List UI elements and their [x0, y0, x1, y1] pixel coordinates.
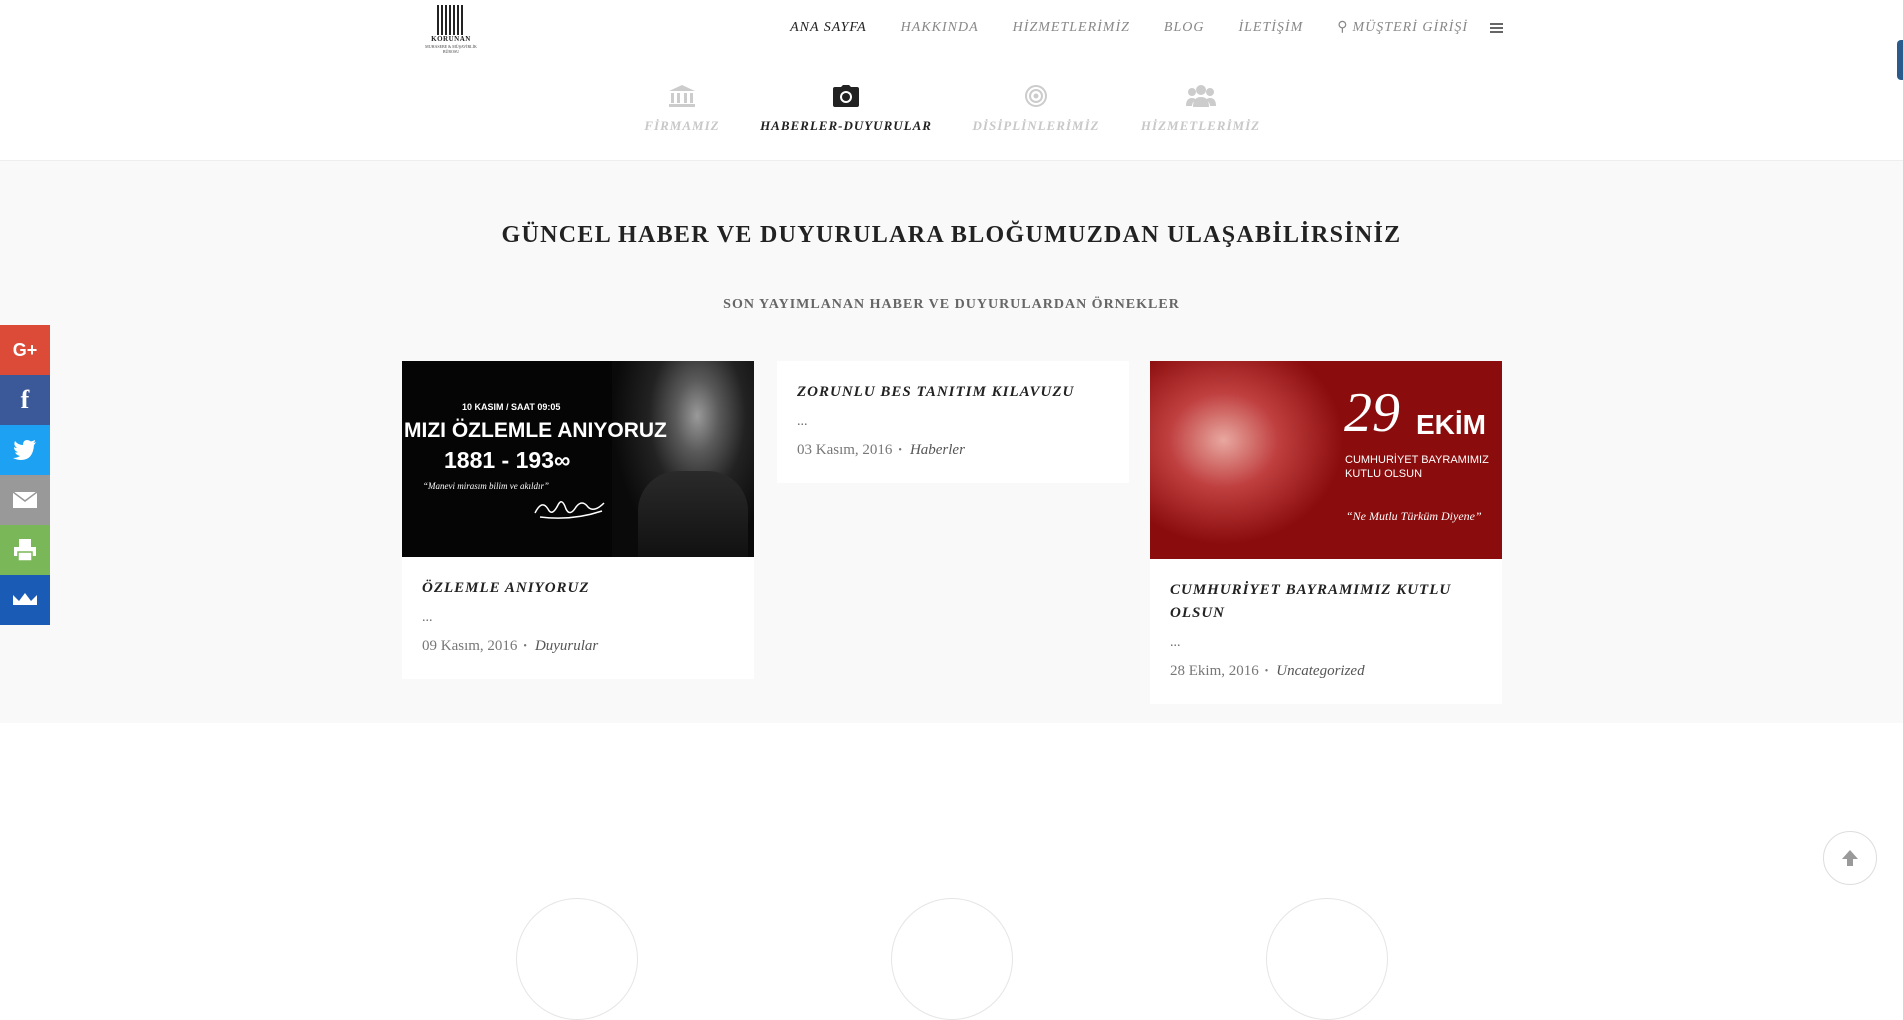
tab-label: HİZMETLERİMİZ [1140, 118, 1261, 133]
tab-disiplinlerimiz[interactable]: DİSİPLİNLERİMİZ [972, 82, 1100, 134]
image-month: EKİM [1416, 409, 1486, 440]
main-nav: ANA SAYFA HAKKINDA HİZMETLERİMİZ BLOG İL… [756, 19, 1503, 36]
feature-circle [891, 898, 1013, 1020]
portrait-photo [1150, 361, 1360, 559]
image-line1: CUMHURİYET BAYRAMIMIZ [1345, 454, 1489, 466]
google-plus-button[interactable]: G+ [0, 325, 50, 375]
share-bar: G+ f [0, 325, 50, 625]
meta-separator: • [898, 445, 902, 456]
post-title[interactable]: ZORUNLU BES TANITIM KILAVUZU [797, 381, 1109, 404]
print-icon [14, 539, 36, 562]
nav-item-musteri-girisi[interactable]: ⚲ MÜŞTERİ GİRİŞİ [1337, 19, 1468, 36]
portrait-suit [638, 471, 748, 557]
mail-icon [12, 491, 38, 508]
signature-image [534, 501, 605, 519]
feature-circle [516, 898, 638, 1020]
meta-separator: • [523, 641, 527, 652]
tab-haberler-duyurular[interactable]: HABERLER-DUYURULAR [760, 82, 932, 134]
post-card[interactable]: 10 KASIM / SAAT 09:05 MIZI ÖZLEMLE ANIYO… [402, 361, 754, 679]
post-excerpt: ... [797, 414, 808, 429]
camera-icon [760, 82, 932, 108]
target-icon [972, 82, 1100, 108]
tab-label: HABERLER-DUYURULAR [760, 118, 932, 133]
email-button[interactable] [0, 475, 50, 525]
post-date: 03 Kasım, 2016 [797, 442, 893, 458]
section-subtitle: SON YAYIMLANAN HABER VE DUYURULARDAN ÖRN… [723, 297, 1180, 312]
image-quote: “Ne Mutlu Türküm Diyene” [1346, 509, 1482, 523]
users-icon [1138, 82, 1263, 108]
google-plus-icon: G+ [12, 339, 38, 360]
feature-circle [1266, 898, 1388, 1020]
logo-tagline: MUHASEBE & MÜŞAVİRLİK BÜROSU [425, 44, 477, 54]
post-card[interactable]: 29 EKİM CUMHURİYET BAYRAMIMIZ KUTLU OLSU… [1150, 361, 1502, 704]
key-icon: ⚲ [1337, 20, 1349, 35]
arrow-up-icon [1842, 850, 1858, 866]
post-excerpt: ... [1170, 635, 1181, 650]
tab-label: DİSİPLİNLERİMİZ [972, 118, 1100, 133]
site-logo[interactable]: KORUNAN MUHASEBE & MÜŞAVİRLİK BÜROSU [419, 5, 483, 57]
login-label: MÜŞTERİ GİRİŞİ [1352, 20, 1468, 35]
logo-name: KORUNAN [431, 35, 471, 43]
print-button[interactable] [0, 525, 50, 575]
post-excerpt: ... [422, 610, 433, 625]
meta-separator: • [1264, 666, 1269, 677]
image-quote: “Manevi mirasım bilim ve akıldır” [423, 481, 549, 491]
facebook-icon: f [20, 385, 30, 414]
nav-item-ana-sayfa[interactable]: ANA SAYFA [790, 20, 867, 36]
tab-hizmetlerimiz[interactable]: HİZMETLERİMİZ [1138, 82, 1263, 134]
logo-mark [437, 5, 465, 35]
post-meta: 28 Ekim, 2016 • Uncategorized [1170, 663, 1482, 680]
section-tabs: FİRMAMIZ HABERLER-DUYURULAR DİSİPLİNLERİ… [0, 82, 1903, 142]
twitter-button[interactable] [0, 425, 50, 475]
nav-item-hizmetlerimiz[interactable]: HİZMETLERİMİZ [1013, 20, 1130, 36]
sumome-icon [13, 593, 37, 605]
image-top-line: 10 KASIM / SAAT 09:05 [462, 402, 561, 412]
post-title[interactable]: ÖZLEMLE ANIYORUZ [422, 577, 734, 600]
image-years: 1881 - 193∞ [444, 447, 571, 473]
image-headline: MIZI ÖZLEMLE ANIYORUZ [404, 419, 667, 442]
bank-icon [642, 82, 722, 108]
post-date: 09 Kasım, 2016 [422, 638, 518, 654]
back-to-top-button[interactable] [1823, 831, 1877, 885]
post-category[interactable]: Haberler [910, 442, 965, 459]
edge-tab[interactable] [1897, 40, 1903, 80]
menu-icon[interactable] [1490, 21, 1503, 35]
post-meta: 09 Kasım, 2016 • Duyurular [422, 638, 734, 655]
nav-item-hakkinda[interactable]: HAKKINDA [901, 20, 979, 36]
facebook-button[interactable]: f [0, 375, 50, 425]
nav-item-blog[interactable]: BLOG [1164, 20, 1205, 36]
post-card[interactable]: ZORUNLU BES TANITIM KILAVUZU ... 03 Kası… [777, 361, 1129, 483]
twitter-icon [13, 440, 36, 460]
post-category[interactable]: Duyurular [535, 638, 598, 655]
sumome-button[interactable] [0, 575, 50, 625]
site-header: KORUNAN MUHASEBE & MÜŞAVİRLİK BÜROSU ANA… [0, 0, 1903, 161]
nav-item-iletisim[interactable]: İLETİŞİM [1238, 20, 1303, 36]
tab-firmamiz[interactable]: FİRMAMIZ [642, 82, 722, 134]
post-title[interactable]: CUMHURİYET BAYRAMIMIZ KUTLU OLSUN [1170, 579, 1482, 625]
post-category[interactable]: Uncategorized [1276, 663, 1364, 680]
post-image[interactable]: 10 KASIM / SAAT 09:05 MIZI ÖZLEMLE ANIYO… [402, 361, 754, 557]
tab-label: FİRMAMIZ [644, 118, 720, 133]
image-line2: KUTLU OLSUN [1345, 468, 1423, 480]
post-image[interactable]: 29 EKİM CUMHURİYET BAYRAMIMIZ KUTLU OLSU… [1150, 361, 1502, 559]
image-day: 29 [1344, 382, 1400, 444]
post-date: 28 Ekim, 2016 [1170, 663, 1259, 679]
section-title: GÜNCEL HABER VE DUYURULARA BLOĞUMUZDAN U… [501, 222, 1402, 248]
post-meta: 03 Kasım, 2016 • Haberler [797, 442, 1109, 459]
